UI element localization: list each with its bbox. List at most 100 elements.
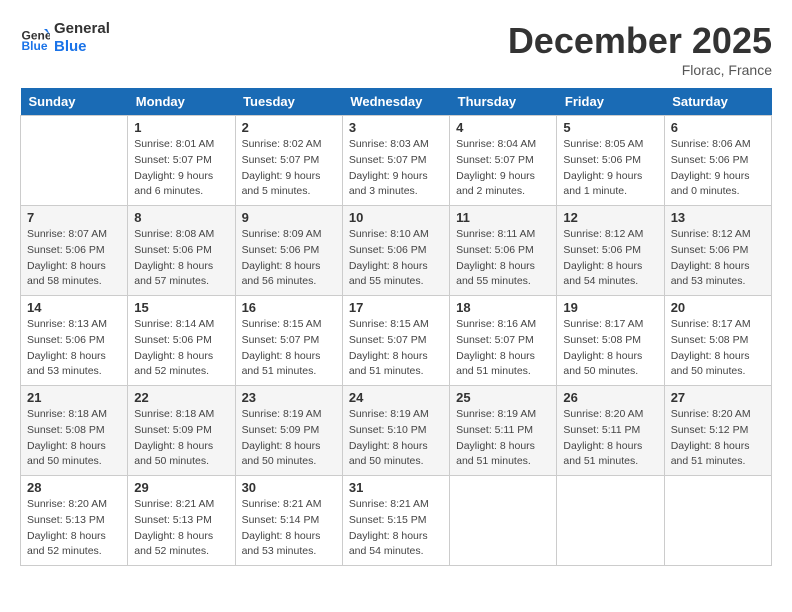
calendar-cell: 31 Sunrise: 8:21 AMSunset: 5:15 PMDayligh…	[342, 476, 449, 566]
calendar-cell: 21Sunrise: 8:18 AMSunset: 5:08 PMDayligh…	[21, 386, 128, 476]
calendar-cell: 11 Sunrise: 8:11 AMSunset: 5:06 PMDayligh…	[450, 206, 557, 296]
day-number: 30	[242, 480, 336, 495]
day-info: Sunrise: 8:05 AMSunset: 5:06 PMDaylight:…	[563, 137, 657, 200]
day-number: 11	[456, 210, 550, 225]
day-info: Sunrise: 8:08 AMSunset: 5:06 PMDaylight:…	[134, 227, 228, 290]
weekday-header-saturday: Saturday	[664, 88, 771, 116]
calendar-cell: 13 Sunrise: 8:12 AMSunset: 5:06 PMDayligh…	[664, 206, 771, 296]
day-number: 4	[456, 120, 550, 135]
calendar-cell: 23 Sunrise: 8:19 AMSunset: 5:09 PMDayligh…	[235, 386, 342, 476]
day-number: 20	[671, 300, 765, 315]
day-info: Sunrise: 8:17 AMSunset: 5:08 PMDaylight:…	[671, 317, 765, 380]
calendar-week-3: 14 Sunrise: 8:13 AMSunset: 5:06 PMDayligh…	[21, 296, 772, 386]
calendar-cell: 9 Sunrise: 8:09 AMSunset: 5:06 PMDaylight…	[235, 206, 342, 296]
title-block: December 2025 Florac, France	[508, 20, 772, 78]
day-number: 9	[242, 210, 336, 225]
day-number: 19	[563, 300, 657, 315]
day-number: 14	[27, 300, 121, 315]
calendar-cell: 22Sunrise: 8:18 AMSunset: 5:09 PMDayligh…	[128, 386, 235, 476]
day-number: 26	[563, 390, 657, 405]
day-number: 29	[134, 480, 228, 495]
calendar-cell: 8 Sunrise: 8:08 AMSunset: 5:06 PMDaylight…	[128, 206, 235, 296]
calendar-week-4: 21Sunrise: 8:18 AMSunset: 5:08 PMDayligh…	[21, 386, 772, 476]
calendar-cell: 30Sunrise: 8:21 AMSunset: 5:14 PMDayligh…	[235, 476, 342, 566]
day-info: Sunrise: 8:12 AMSunset: 5:06 PMDaylight:…	[671, 227, 765, 290]
day-info: Sunrise: 8:07 AMSunset: 5:06 PMDaylight:…	[27, 227, 121, 290]
location: Florac, France	[508, 62, 772, 78]
day-number: 21	[27, 390, 121, 405]
calendar-cell: 29 Sunrise: 8:21 AMSunset: 5:13 PMDayligh…	[128, 476, 235, 566]
day-info: Sunrise: 8:20 AMSunset: 5:13 PMDaylight:…	[27, 497, 121, 560]
calendar-cell: 17Sunrise: 8:15 AMSunset: 5:07 PMDayligh…	[342, 296, 449, 386]
calendar-cell: 3 Sunrise: 8:03 AMSunset: 5:07 PMDaylight…	[342, 116, 449, 206]
day-number: 23	[242, 390, 336, 405]
svg-text:Blue: Blue	[22, 39, 48, 53]
weekday-header-thursday: Thursday	[450, 88, 557, 116]
month-title: December 2025	[508, 20, 772, 62]
logo-icon: General Blue	[20, 23, 50, 53]
day-info: Sunrise: 8:09 AMSunset: 5:06 PMDaylight:…	[242, 227, 336, 290]
calendar-cell	[664, 476, 771, 566]
day-number: 24	[349, 390, 443, 405]
calendar-cell	[557, 476, 664, 566]
day-number: 6	[671, 120, 765, 135]
day-info: Sunrise: 8:11 AMSunset: 5:06 PMDaylight:…	[456, 227, 550, 290]
day-info: Sunrise: 8:12 AMSunset: 5:06 PMDaylight:…	[563, 227, 657, 290]
day-info: Sunrise: 8:21 AMSunset: 5:13 PMDaylight:…	[134, 497, 228, 560]
weekday-header-row: SundayMondayTuesdayWednesdayThursdayFrid…	[21, 88, 772, 116]
day-number: 2	[242, 120, 336, 135]
day-info: Sunrise: 8:14 AMSunset: 5:06 PMDaylight:…	[134, 317, 228, 380]
day-info: Sunrise: 8:02 AMSunset: 5:07 PMDaylight:…	[242, 137, 336, 200]
calendar-cell: 12 Sunrise: 8:12 AMSunset: 5:06 PMDayligh…	[557, 206, 664, 296]
day-info: Sunrise: 8:06 AMSunset: 5:06 PMDaylight:…	[671, 137, 765, 200]
day-number: 15	[134, 300, 228, 315]
calendar-cell: 10Sunrise: 8:10 AMSunset: 5:06 PMDayligh…	[342, 206, 449, 296]
day-number: 31	[349, 480, 443, 495]
calendar-week-5: 28 Sunrise: 8:20 AMSunset: 5:13 PMDayligh…	[21, 476, 772, 566]
calendar-cell: 18Sunrise: 8:16 AMSunset: 5:07 PMDayligh…	[450, 296, 557, 386]
calendar-table: SundayMondayTuesdayWednesdayThursdayFrid…	[20, 88, 772, 566]
day-info: Sunrise: 8:20 AMSunset: 5:11 PMDaylight:…	[563, 407, 657, 470]
calendar-cell: 1Sunrise: 8:01 AMSunset: 5:07 PMDaylight…	[128, 116, 235, 206]
day-number: 28	[27, 480, 121, 495]
day-info: Sunrise: 8:16 AMSunset: 5:07 PMDaylight:…	[456, 317, 550, 380]
day-number: 16	[242, 300, 336, 315]
calendar-cell: 6 Sunrise: 8:06 AMSunset: 5:06 PMDaylight…	[664, 116, 771, 206]
day-number: 5	[563, 120, 657, 135]
calendar-cell	[21, 116, 128, 206]
calendar-cell: 20 Sunrise: 8:17 AMSunset: 5:08 PMDayligh…	[664, 296, 771, 386]
calendar-cell: 4 Sunrise: 8:04 AMSunset: 5:07 PMDaylight…	[450, 116, 557, 206]
calendar-cell: 24Sunrise: 8:19 AMSunset: 5:10 PMDayligh…	[342, 386, 449, 476]
weekday-header-wednesday: Wednesday	[342, 88, 449, 116]
day-info: Sunrise: 8:19 AMSunset: 5:09 PMDaylight:…	[242, 407, 336, 470]
weekday-header-friday: Friday	[557, 88, 664, 116]
calendar-cell: 28 Sunrise: 8:20 AMSunset: 5:13 PMDayligh…	[21, 476, 128, 566]
logo: General Blue General Blue	[20, 20, 110, 56]
day-info: Sunrise: 8:19 AMSunset: 5:11 PMDaylight:…	[456, 407, 550, 470]
day-number: 27	[671, 390, 765, 405]
calendar-week-2: 7 Sunrise: 8:07 AMSunset: 5:06 PMDaylight…	[21, 206, 772, 296]
day-info: Sunrise: 8:21 AMSunset: 5:15 PMDaylight:…	[349, 497, 443, 560]
day-number: 12	[563, 210, 657, 225]
day-number: 13	[671, 210, 765, 225]
day-number: 25	[456, 390, 550, 405]
page-header: General Blue General Blue December 2025 …	[20, 20, 772, 78]
calendar-cell: 27Sunrise: 8:20 AMSunset: 5:12 PMDayligh…	[664, 386, 771, 476]
day-number: 8	[134, 210, 228, 225]
day-info: Sunrise: 8:04 AMSunset: 5:07 PMDaylight:…	[456, 137, 550, 200]
logo-line1: General	[54, 20, 110, 38]
calendar-cell	[450, 476, 557, 566]
calendar-cell: 5 Sunrise: 8:05 AMSunset: 5:06 PMDaylight…	[557, 116, 664, 206]
day-number: 17	[349, 300, 443, 315]
calendar-cell: 16 Sunrise: 8:15 AMSunset: 5:07 PMDayligh…	[235, 296, 342, 386]
logo-line2: Blue	[54, 38, 110, 56]
day-info: Sunrise: 8:13 AMSunset: 5:06 PMDaylight:…	[27, 317, 121, 380]
day-number: 3	[349, 120, 443, 135]
calendar-cell: 25 Sunrise: 8:19 AMSunset: 5:11 PMDayligh…	[450, 386, 557, 476]
calendar-week-1: 1Sunrise: 8:01 AMSunset: 5:07 PMDaylight…	[21, 116, 772, 206]
weekday-header-monday: Monday	[128, 88, 235, 116]
day-info: Sunrise: 8:15 AMSunset: 5:07 PMDaylight:…	[242, 317, 336, 380]
day-info: Sunrise: 8:17 AMSunset: 5:08 PMDaylight:…	[563, 317, 657, 380]
day-number: 7	[27, 210, 121, 225]
day-info: Sunrise: 8:03 AMSunset: 5:07 PMDaylight:…	[349, 137, 443, 200]
